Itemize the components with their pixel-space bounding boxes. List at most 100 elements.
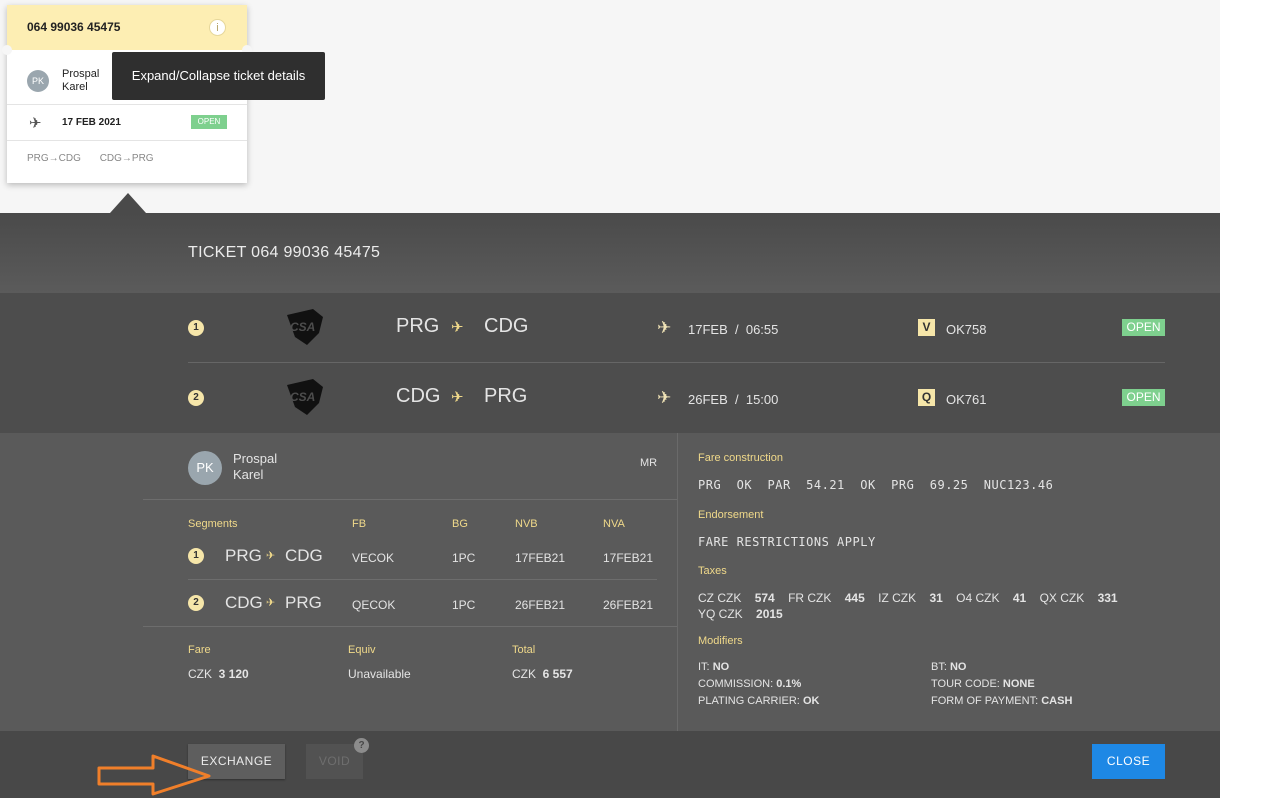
airline-logo-text: CSA	[290, 390, 315, 404]
tax-item: IZ CZK 31	[878, 591, 943, 605]
segment-number: 2	[188, 390, 204, 406]
segment-datetime: 26FEB / 15:00	[688, 392, 778, 407]
table-row: 1 PRG ✈ CDG VECOK 1PC 17FEB21 17FEB21	[0, 536, 677, 582]
col-header-nva: NVA	[603, 518, 625, 530]
passenger-title: MR	[640, 457, 658, 469]
panel-header: TICKET 064 99036 45475	[0, 213, 1220, 293]
segment-time: 06:55	[745, 322, 779, 337]
plane-arrow-icon: ✈	[451, 389, 464, 406]
segment-row[interactable]: 2 CSA CDG ✈ PRG ✈ 26FEB / 15:00 Q OK761 …	[0, 363, 1220, 433]
close-button[interactable]: CLOSE	[1092, 744, 1165, 779]
baggage: 1PC	[452, 598, 476, 612]
airline-logo-icon: CSA	[287, 379, 323, 415]
tax-item: QX CZK 331	[1039, 591, 1118, 605]
passenger-name: Prospal Karel	[233, 451, 277, 483]
segment-row[interactable]: 1 CSA PRG ✈ CDG ✈ 17FEB / 06:55 V OK758 …	[0, 293, 1220, 363]
total-amount: 6 557	[542, 667, 573, 681]
modifier-commission: COMMISSION: 0.1%	[698, 678, 802, 690]
segments-list: 1 CSA PRG ✈ CDG ✈ 17FEB / 06:55 V OK758 …	[0, 293, 1220, 433]
segment-datetime: 17FEB / 06:55	[688, 322, 778, 337]
route-2: CDG→PRG	[99, 153, 154, 164]
modifier-plating-carrier: PLATING CARRIER: OK	[698, 695, 820, 707]
segment-origin: PRG	[396, 315, 440, 337]
fare-value: CZK 3 120	[188, 667, 249, 681]
passenger-name: Prospal Karel	[62, 68, 99, 94]
fare-currency: CZK	[188, 667, 212, 681]
tax-item: YQ CZK 2015	[698, 607, 783, 621]
not-valid-after: 17FEB21	[603, 551, 654, 565]
segment-separator: /	[734, 392, 739, 407]
total-currency: CZK	[512, 667, 536, 681]
booking-class-badge: Q	[918, 389, 935, 406]
equiv-value: Unavailable	[348, 667, 411, 681]
fare-basis: QECOK	[352, 598, 396, 612]
fare-details: Fare construction PRG OK PAR 54.21 OK PR…	[678, 433, 1220, 731]
total-label: Total	[512, 644, 536, 656]
not-valid-before: 17FEB21	[515, 551, 566, 565]
avatar: PK	[27, 70, 49, 92]
passenger-last-name: Karel	[233, 467, 264, 482]
airline-logo-text: CSA	[290, 320, 315, 334]
divider	[143, 626, 677, 627]
segment-date: 17FEB	[688, 322, 728, 337]
ticket-card-header[interactable]: 064 99036 45475 i	[2, 5, 252, 55]
plane-arrow-icon: ✈	[451, 319, 464, 336]
passenger-details: PK Prospal Karel MR Segments FB BG NVB N…	[0, 433, 677, 731]
fare-label: Fare	[188, 644, 211, 656]
airline-logo-icon: CSA	[287, 309, 323, 345]
segment-destination: CDG	[285, 546, 323, 565]
page-title: TICKET 064 99036 45475	[188, 244, 381, 261]
departure-icon: ✈	[657, 318, 672, 337]
tax-item: O4 CZK 41	[956, 591, 1027, 605]
flight-number: OK761	[946, 392, 987, 407]
card-pointer	[110, 193, 146, 213]
col-header-bg: BG	[452, 518, 468, 530]
modifier-it: IT: NO	[698, 661, 730, 673]
col-header-fb: FB	[352, 518, 367, 530]
expand-collapse-tooltip: Expand/Collapse ticket details	[112, 52, 325, 100]
segment-destination: PRG	[484, 385, 528, 407]
status-badge: OPEN	[1122, 319, 1165, 336]
segment-time: 15:00	[745, 392, 779, 407]
segment-number: 1	[188, 320, 204, 336]
endorsement-value: FARE RESTRICTIONS APPLY	[698, 535, 876, 549]
avatar: PK	[188, 451, 222, 485]
segment-separator: /	[734, 322, 739, 337]
plane-arrow-icon: ✈	[266, 550, 276, 562]
ticket-card-routes: PRG→CDG CDG→PRG	[27, 153, 170, 164]
route-1: PRG→CDG	[27, 153, 81, 164]
segment-number: 2	[188, 595, 204, 611]
tax-item: CZ CZK 574	[698, 591, 775, 605]
total-value: CZK 6 557	[512, 667, 573, 681]
endorsement-label: Endorsement	[698, 509, 764, 521]
fare-construction-label: Fare construction	[698, 452, 783, 464]
modifier-form-of-payment: FORM OF PAYMENT: CASH	[931, 695, 1073, 707]
modifiers-label: Modifiers	[698, 635, 743, 647]
segment-date: 26FEB	[688, 392, 728, 407]
info-icon[interactable]: i	[209, 19, 226, 36]
annotation-arrow-icon	[97, 754, 211, 796]
fare-construction-value: PRG OK PAR 54.21 OK PRG 69.25 NUC123.46	[698, 478, 1054, 492]
status-badge: OPEN	[1122, 389, 1165, 406]
not-valid-before: 26FEB21	[515, 598, 566, 612]
taxes-label: Taxes	[698, 565, 727, 577]
status-badge: OPEN	[191, 115, 227, 129]
modifier-bt: BT: NO	[931, 661, 967, 673]
departure-icon: ✈	[657, 388, 672, 407]
divider	[143, 499, 677, 500]
segment-origin: PRG	[225, 546, 262, 565]
departure-plane-icon: ✈	[29, 115, 42, 132]
col-header-segments: Segments	[188, 518, 238, 530]
help-icon[interactable]: ?	[354, 738, 369, 753]
tax-item: FR CZK 445	[788, 591, 865, 605]
passenger-last-name: Karel	[62, 81, 88, 93]
passenger-first-name: Prospal	[233, 451, 278, 466]
flight-number: OK758	[946, 322, 987, 337]
segment-destination: PRG	[285, 593, 322, 612]
modifier-tour-code: TOUR CODE: NONE	[931, 678, 1035, 690]
fare-basis: VECOK	[352, 551, 395, 565]
ticket-card-date: 17 FEB 2021	[62, 117, 121, 128]
not-valid-after: 26FEB21	[603, 598, 654, 612]
divider	[188, 579, 657, 580]
app-root: 064 99036 45475 i PK Prospal Karel ✈ 17 …	[0, 0, 1285, 798]
